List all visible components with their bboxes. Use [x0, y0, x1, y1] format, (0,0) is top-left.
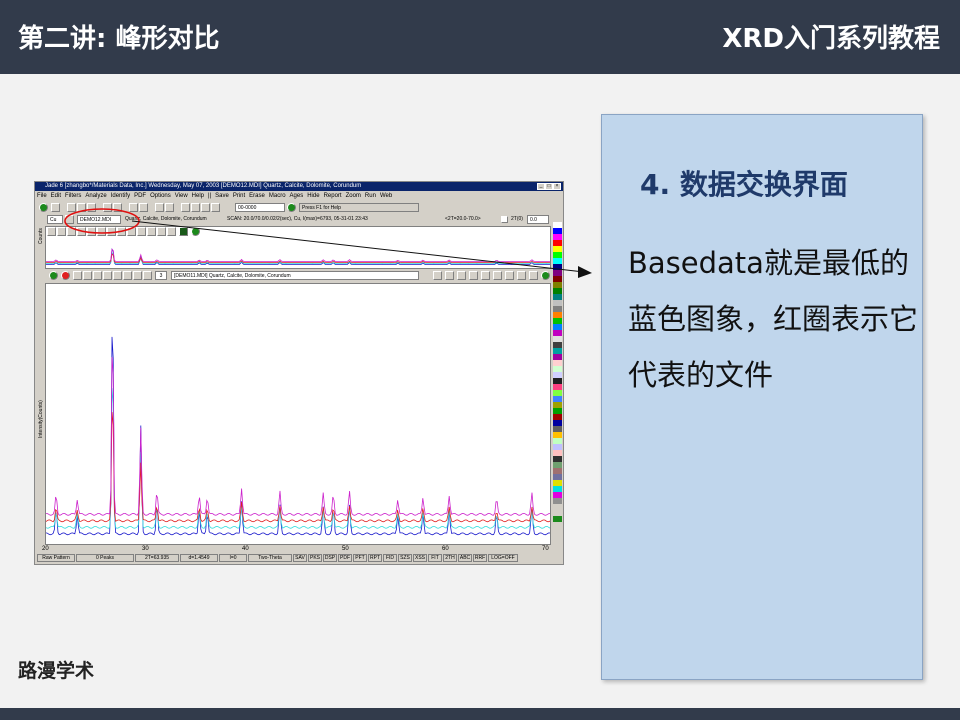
arrow-head — [578, 266, 592, 278]
footer-bar — [0, 708, 960, 720]
panel-body: Basedata就是最低的蓝色图象，红圈表示它代表的文件 — [628, 246, 919, 392]
explanation-panel: 4. 数据交换界面 Basedata就是最低的蓝色图象，红圈表示它代表的文件 — [601, 114, 923, 680]
callout-line — [131, 220, 585, 273]
highlight-circle — [64, 208, 140, 234]
panel-heading: 4. 数据交换界面 — [640, 168, 848, 201]
brand-label: 路漫学术 — [18, 660, 95, 682]
